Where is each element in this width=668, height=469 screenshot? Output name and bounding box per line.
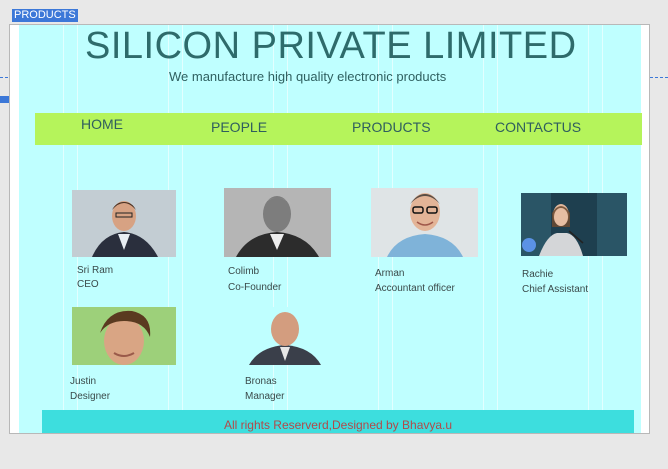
ruler-guide-handle[interactable] — [0, 96, 9, 103]
page-title: SILICON PRIVATE LIMITED — [85, 25, 577, 67]
column-guide — [182, 25, 183, 433]
footer: All rights Reserverd,Designed by Bhavya.… — [42, 410, 634, 433]
nav-home-link[interactable]: HOME — [81, 116, 123, 132]
person-role: Chief Assistant — [522, 284, 589, 295]
person-photo-justin — [72, 307, 176, 365]
person-photo-bronas — [245, 307, 325, 365]
person-photo-sri-ram — [72, 190, 176, 257]
nav-contactus-link[interactable]: CONTACTUS — [495, 119, 581, 135]
person-name: Rachie — [522, 269, 554, 280]
person-photo-rachie — [521, 193, 627, 256]
column-guide — [63, 25, 64, 433]
nav-products-link[interactable]: PRODUCTS — [352, 119, 431, 135]
column-guide — [497, 25, 498, 433]
column-guide — [483, 25, 484, 433]
selection-tag: PRODUCTS — [12, 9, 78, 22]
person-name: Arman — [375, 268, 405, 279]
nav-bar: HOME PEOPLE PRODUCTS CONTACTUS — [35, 113, 642, 145]
footer-text: All rights Reserverd,Designed by Bhavya.… — [223, 418, 453, 432]
person-role: Co-Founder — [228, 282, 282, 293]
person-name: Colimb — [228, 266, 260, 277]
person-name: Bronas — [245, 376, 277, 387]
page-subtitle: We manufacture high quality electronic p… — [169, 69, 447, 84]
person-role: CEO — [77, 279, 99, 290]
person-photo-arman — [371, 188, 478, 257]
page-frame: SILICON PRIVATE LIMITED We manufacture h… — [9, 24, 650, 434]
nav-people-link[interactable]: PEOPLE — [211, 119, 267, 135]
person-photo-colimb — [224, 188, 331, 257]
page-canvas: SILICON PRIVATE LIMITED We manufacture h… — [19, 25, 642, 433]
person-role: Designer — [70, 391, 111, 402]
person-name: Sri Ram — [77, 265, 114, 276]
person-name: Justin — [70, 376, 97, 387]
person-role: Accountant officer — [375, 283, 455, 294]
person-role: Manager — [245, 391, 285, 402]
